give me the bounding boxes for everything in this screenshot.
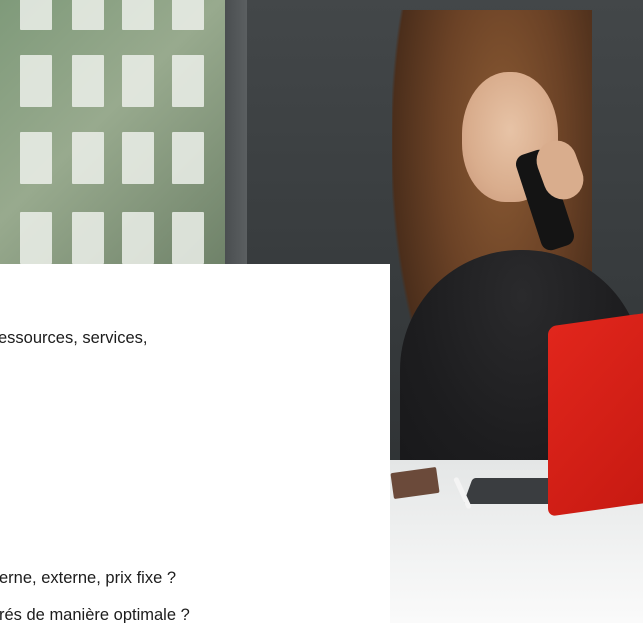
window-pane (20, 212, 52, 264)
window (0, 0, 225, 265)
window-pane (172, 0, 204, 30)
window-pane (20, 0, 52, 30)
window-pane (122, 212, 154, 264)
window-frame (225, 0, 247, 265)
window-pane (72, 132, 104, 184)
window-pane (172, 132, 204, 184)
red-tablet (548, 313, 643, 517)
text-line: erne, externe, prix fixe ? (0, 569, 177, 587)
window-pane (72, 55, 104, 107)
window-pane (122, 132, 154, 184)
text-card: essources, services, erne, externe, prix… (0, 264, 390, 623)
window-pane (122, 55, 154, 107)
window-pane (72, 0, 104, 30)
text-line: essources, services, (0, 329, 148, 347)
window-pane (172, 55, 204, 107)
text-line: rés de manière optimale ? (0, 606, 190, 623)
window-pane (122, 0, 154, 30)
window-pane (20, 132, 52, 184)
window-pane (72, 212, 104, 264)
window-pane (172, 212, 204, 264)
window-pane (20, 55, 52, 107)
